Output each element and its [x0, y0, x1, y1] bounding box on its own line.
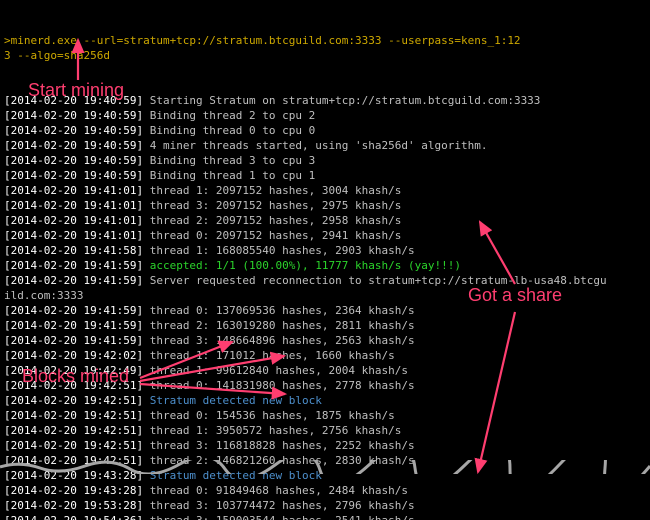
page-tear	[0, 430, 650, 444]
command-line: >minerd.exe --url=stratum+tcp://stratum.…	[4, 33, 646, 48]
terminal-output: >minerd.exe --url=stratum+tcp://stratum.…	[0, 0, 650, 520]
